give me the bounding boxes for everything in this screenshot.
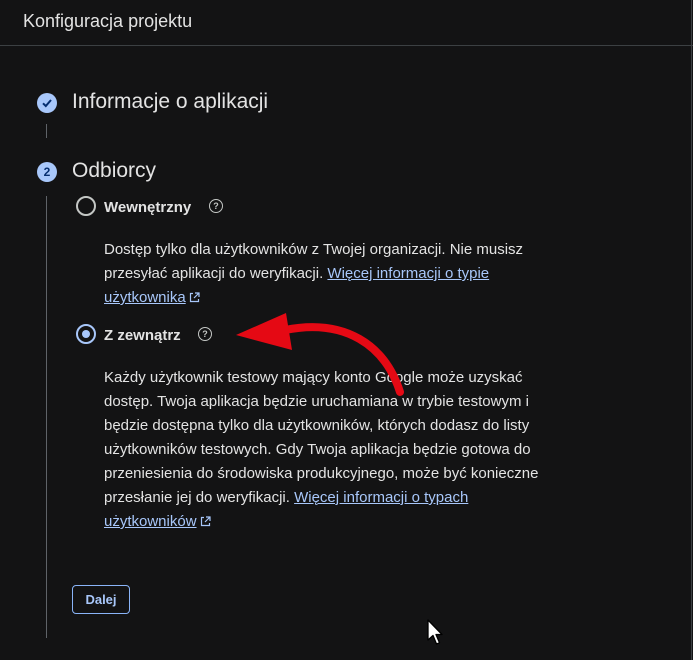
option-description-external: Każdy użytkownik testowy mający konto Go… [104, 366, 554, 535]
step-title-audience: Odbiorcy [72, 159, 157, 182]
header: Konfiguracja projektu [0, 0, 693, 46]
radio-external[interactable] [76, 324, 96, 344]
step-number-badge: 2 [37, 162, 57, 182]
step-title-app-info[interactable]: Informacje o aplikacji [72, 90, 268, 114]
option-label-internal[interactable]: Wewnętrzny [104, 199, 191, 216]
external-link-icon[interactable] [200, 511, 211, 535]
next-button[interactable]: Dalej [72, 585, 130, 614]
radio-internal[interactable] [76, 196, 96, 216]
option-label-external[interactable]: Z zewnątrz [104, 327, 181, 344]
panel-divider [691, 0, 692, 660]
description-text: Każdy użytkownik testowy mający konto Go… [104, 369, 539, 506]
stepper-connector [46, 196, 47, 638]
option-description-internal: Dostęp tylko dla użytkowników z Twojej o… [104, 238, 554, 311]
mouse-cursor-icon [427, 619, 443, 645]
page-title: Konfiguracja projektu [23, 11, 193, 31]
stepper-connector [46, 124, 47, 138]
check-icon [37, 93, 57, 113]
help-icon[interactable]: ? [198, 327, 212, 341]
external-link-icon[interactable] [189, 287, 200, 311]
help-icon[interactable]: ? [209, 199, 223, 213]
